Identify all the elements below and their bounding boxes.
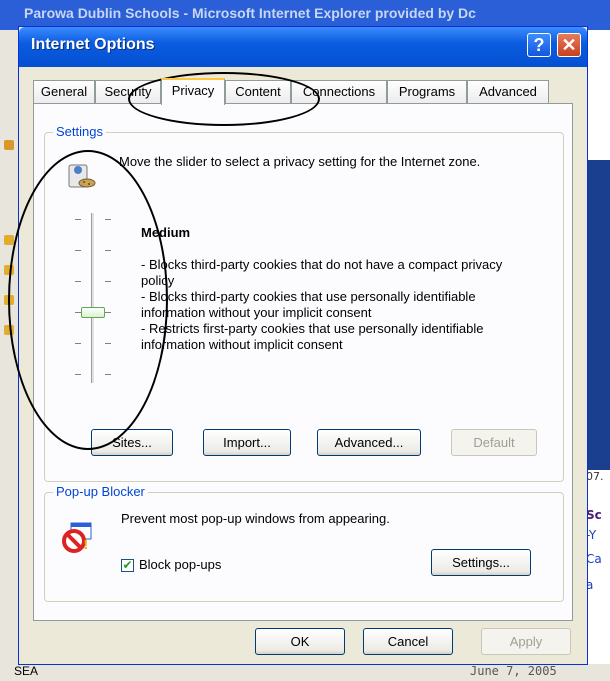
background-right-panel: 07. Sc -Y Ca a bbox=[586, 30, 610, 681]
cancel-button[interactable]: Cancel bbox=[363, 628, 453, 655]
advanced-button[interactable]: Advanced... bbox=[317, 429, 421, 456]
description-line: - Restricts first-party cookies that use… bbox=[141, 321, 484, 352]
popup-group-label: Pop-up Blocker bbox=[53, 484, 148, 499]
privacy-globe-icon bbox=[68, 164, 96, 188]
tab-programs[interactable]: Programs bbox=[387, 80, 467, 104]
popup-blocker-text: Prevent most pop-up windows from appeari… bbox=[121, 511, 390, 526]
privacy-panel: Settings Move the slider to select a pri… bbox=[33, 103, 573, 621]
apply-button[interactable]: Apply bbox=[481, 628, 571, 655]
svg-text:!: ! bbox=[83, 538, 88, 552]
close-button[interactable]: ✕ bbox=[557, 33, 581, 57]
folder-icon bbox=[4, 265, 14, 275]
background-status-bar: SEA June 7, 2005 bbox=[0, 664, 610, 681]
sites-button[interactable]: Sites... bbox=[91, 429, 173, 456]
ok-button[interactable]: OK bbox=[255, 628, 345, 655]
tab-advanced[interactable]: Advanced bbox=[467, 80, 549, 104]
privacy-intro-text: Move the slider to select a privacy sett… bbox=[119, 154, 481, 169]
tab-privacy[interactable]: Privacy bbox=[161, 78, 225, 105]
block-popups-checkbox[interactable]: ✔ bbox=[121, 559, 134, 572]
popup-settings-button[interactable]: Settings... bbox=[431, 549, 531, 576]
tab-connections[interactable]: Connections bbox=[291, 80, 387, 104]
slider-track[interactable] bbox=[91, 213, 95, 383]
block-popups-label[interactable]: Block pop-ups bbox=[139, 557, 221, 572]
popup-blocker-icon: ! bbox=[62, 522, 92, 553]
status-date: June 7, 2005 bbox=[470, 664, 557, 678]
settings-group-label: Settings bbox=[53, 124, 106, 139]
description-line: - Blocks third-party cookies that use pe… bbox=[141, 289, 476, 320]
dialog-title: Internet Options bbox=[31, 36, 155, 53]
internet-options-dialog: Internet Options ? ✕ General Security Pr… bbox=[18, 26, 588, 665]
popup-blocker-group: Pop-up Blocker ! Prevent most pop-up win… bbox=[44, 484, 564, 602]
tab-general[interactable]: General bbox=[33, 80, 95, 104]
folder-icon bbox=[4, 295, 14, 305]
help-button[interactable]: ? bbox=[527, 33, 551, 57]
dialog-titlebar[interactable]: Internet Options ? ✕ bbox=[19, 27, 587, 67]
import-button[interactable]: Import... bbox=[203, 429, 291, 456]
folder-icon bbox=[4, 140, 14, 150]
privacy-level-name: Medium bbox=[141, 225, 191, 240]
default-button[interactable]: Default bbox=[451, 429, 537, 456]
folder-icon bbox=[4, 235, 14, 245]
privacy-level-description: - Blocks third-party cookies that do not… bbox=[141, 257, 531, 353]
settings-group: Settings Move the slider to select a pri… bbox=[44, 124, 564, 482]
folder-icon bbox=[4, 325, 14, 335]
slider-thumb[interactable] bbox=[81, 307, 105, 318]
description-line: - Blocks third-party cookies that do not… bbox=[141, 257, 503, 288]
privacy-level-slider[interactable] bbox=[69, 213, 119, 383]
tab-security[interactable]: Security bbox=[95, 80, 161, 104]
status-label: SEA bbox=[14, 664, 39, 678]
tab-content[interactable]: Content bbox=[225, 80, 291, 104]
